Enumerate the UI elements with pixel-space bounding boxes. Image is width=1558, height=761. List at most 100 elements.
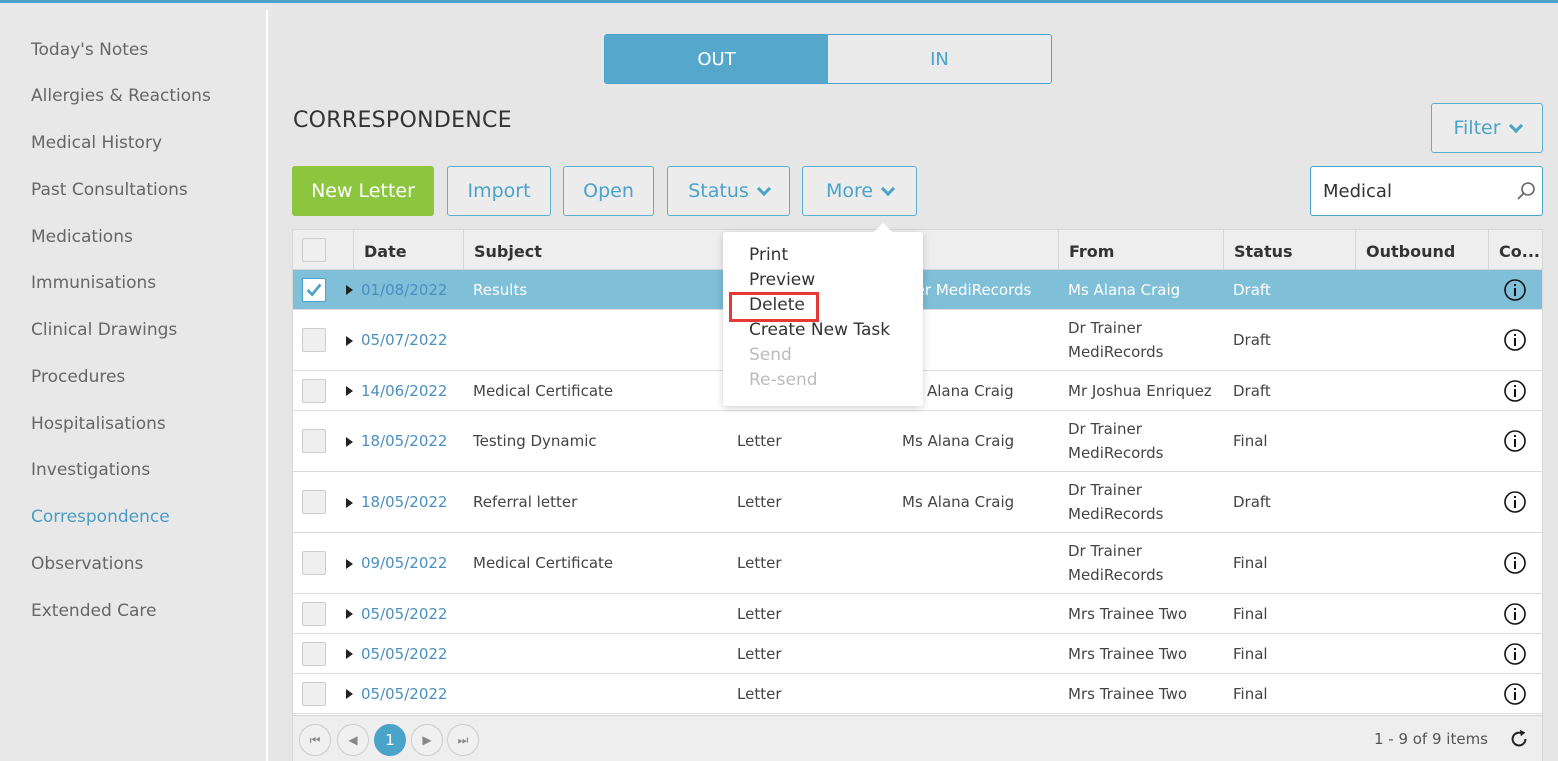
column-header-outbound[interactable]: Outbound [1355,230,1488,270]
row-date[interactable]: 09/05/2022 [351,533,447,593]
info-icon[interactable] [1503,602,1527,626]
status-button-label: Status [688,180,749,202]
header-select-all [293,230,353,270]
sidebar-item-medical-history[interactable]: Medical History [31,133,162,153]
toggle-in-button[interactable]: IN [828,35,1051,83]
info-icon[interactable] [1503,379,1527,403]
sidebar-item-extended-care[interactable]: Extended Care [31,601,157,621]
row-checkbox[interactable] [302,278,326,302]
search-icon[interactable] [1516,181,1536,201]
row-date[interactable]: 05/05/2022 [351,674,447,713]
prev-page-icon[interactable]: ◀ [337,724,369,756]
menu-item-send: Send [749,345,792,365]
table-row[interactable]: 05/05/2022 Letter Mrs Trainee Two Final [293,594,1542,634]
row-checkbox[interactable] [302,551,326,575]
import-button[interactable]: Import [447,166,551,216]
date-link[interactable]: 18/05/2022 [361,493,447,511]
info-icon[interactable] [1503,429,1527,453]
column-header-status[interactable]: Status [1223,230,1355,270]
more-button[interactable]: More [802,166,917,216]
table-row[interactable]: 05/05/2022 Letter Mrs Trainee Two Final [293,674,1542,714]
row-from: Dr Trainer MediRecords [1068,420,1164,462]
row-from: Dr Trainer MediRecords [1068,542,1164,584]
menu-item-preview[interactable]: Preview [749,270,815,290]
first-page-icon[interactable]: ⏮ [299,724,331,756]
row-checkbox[interactable] [302,642,326,666]
chevron-down-icon [1508,118,1523,133]
column-header-from[interactable]: From [1058,230,1223,270]
table-row[interactable]: 18/05/2022 Testing Dynamic Letter Ms Ala… [293,411,1542,472]
filter-label: Filter [1453,117,1501,139]
menu-item-create-new-task[interactable]: Create New Task [749,320,890,340]
more-dropdown-menu: Print Preview Delete Create New Task Sen… [723,223,923,406]
info-icon[interactable] [1503,642,1527,666]
info-icon[interactable] [1503,682,1527,706]
row-date[interactable]: 05/05/2022 [351,634,447,673]
row-checkbox[interactable] [302,490,326,514]
row-from: Mrs Trainee Two [1068,604,1188,623]
menu-item-print[interactable]: Print [749,245,788,265]
info-icon[interactable] [1503,490,1527,514]
date-link[interactable]: 05/05/2022 [361,645,447,663]
row-subject: Referral letter [473,493,578,511]
chevron-down-icon [756,181,771,196]
info-icon[interactable] [1503,328,1527,352]
last-page-icon[interactable]: ⏭ [447,724,479,756]
row-date[interactable]: 18/05/2022 [351,411,447,471]
sidebar-item-correspondence[interactable]: Correspondence [31,507,170,527]
next-page-icon[interactable]: ▶ [411,724,443,756]
sidebar-nav: Today's Notes Allergies & Reactions Medi… [8,10,268,761]
sidebar-item-investigations[interactable]: Investigations [31,460,150,480]
sidebar-item-todays-notes[interactable]: Today's Notes [31,40,148,60]
row-checkbox[interactable] [302,429,326,453]
refresh-icon[interactable] [1508,728,1530,750]
status-button[interactable]: Status [667,166,790,216]
row-status: Final [1233,644,1268,663]
search-input[interactable] [1323,180,1503,202]
row-checkbox[interactable] [302,379,326,403]
row-status: Final [1233,432,1268,450]
sidebar-item-immunisations[interactable]: Immunisations [31,273,156,293]
row-from: Mrs Trainee Two [1068,684,1188,703]
select-all-checkbox[interactable] [302,238,326,262]
row-date[interactable]: 14/06/2022 [351,371,447,410]
column-header-date[interactable]: Date [353,230,463,270]
sidebar-item-medications[interactable]: Medications [31,227,133,247]
date-link[interactable]: 18/05/2022 [361,432,447,450]
row-date[interactable]: 01/08/2022 [351,270,447,309]
date-link[interactable]: 01/08/2022 [361,281,447,299]
date-link[interactable]: 09/05/2022 [361,554,447,572]
row-checkbox[interactable] [302,328,326,352]
pager-info: 1 - 9 of 9 items [1373,730,1488,748]
row-date[interactable]: 05/07/2022 [351,310,447,370]
date-link[interactable]: 05/05/2022 [361,685,447,703]
open-button[interactable]: Open [563,166,654,216]
table-row[interactable]: 18/05/2022 Referral letter Letter Ms Ala… [293,472,1542,533]
row-checkbox[interactable] [302,602,326,626]
column-header-co[interactable]: Co... [1488,230,1542,270]
date-link[interactable]: 05/07/2022 [361,331,447,349]
sidebar-item-hospitalisations[interactable]: Hospitalisations [31,414,166,434]
sidebar-item-past-consultations[interactable]: Past Consultations [31,180,188,200]
info-icon[interactable] [1503,551,1527,575]
row-status: Draft [1233,331,1271,349]
sidebar-item-clinical-drawings[interactable]: Clinical Drawings [31,320,177,340]
row-date[interactable]: 05/05/2022 [351,594,447,633]
row-from: Dr Trainer MediRecords [1068,481,1164,523]
info-icon[interactable] [1503,278,1527,302]
row-checkbox[interactable] [302,682,326,706]
date-link[interactable]: 14/06/2022 [361,382,447,400]
menu-item-delete[interactable]: Delete [749,295,805,315]
filter-button[interactable]: Filter [1431,103,1543,153]
sidebar-item-observations[interactable]: Observations [31,554,143,574]
sidebar-item-allergies[interactable]: Allergies & Reactions [31,86,211,106]
date-link[interactable]: 05/05/2022 [361,605,447,623]
row-date[interactable]: 18/05/2022 [351,472,447,532]
table-row[interactable]: 05/05/2022 Letter Mrs Trainee Two Final [293,634,1542,674]
table-row[interactable]: 09/05/2022 Medical Certificate Letter Dr… [293,533,1542,594]
new-letter-button[interactable]: New Letter [292,166,434,216]
toggle-out-button[interactable]: OUT [605,35,828,83]
sidebar-item-procedures[interactable]: Procedures [31,367,125,387]
row-status: Final [1233,554,1268,572]
page-button-current[interactable]: 1 [374,724,406,756]
